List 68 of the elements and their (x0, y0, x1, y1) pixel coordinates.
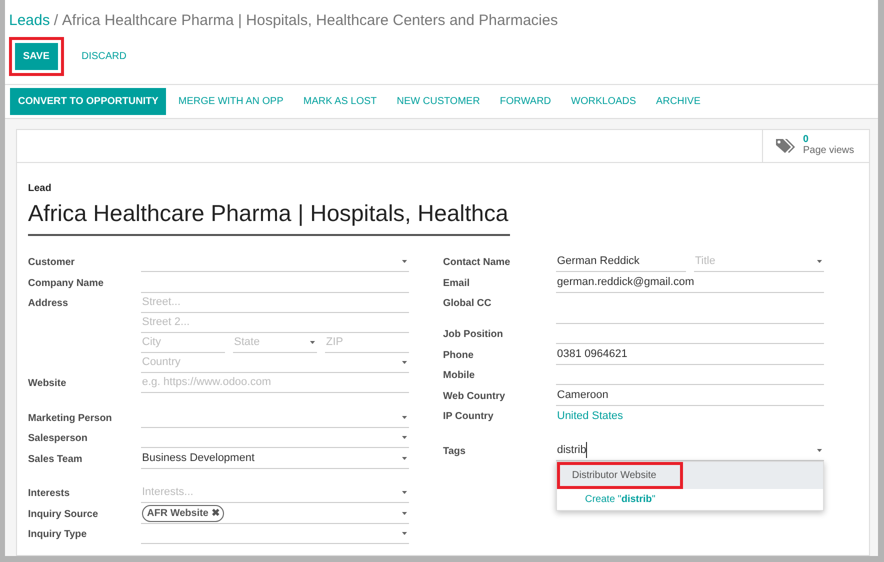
remove-tag-icon[interactable]: ✖ (211, 508, 220, 518)
header-button[interactable]: MARK AS LOST (295, 88, 385, 114)
breadcrumb-title: Africa Healthcare Pharma | Hospitals, Healthcare Centers and Pharmacies (62, 11, 558, 31)
field-label: Phone (443, 348, 475, 362)
caret-icon[interactable] (402, 512, 407, 514)
view-label: Page views (803, 145, 854, 156)
input-field[interactable]: ZIP (325, 333, 409, 353)
field-label: Sales Team (28, 452, 84, 466)
caret-icon[interactable] (402, 491, 407, 494)
lead-name-field[interactable]: Africa Healthcare Pharma | Hospitals, Healthca (28, 196, 510, 236)
input-field[interactable]: Street... (141, 293, 409, 313)
header-button[interactable]: MERGE WITH AN OPP (170, 88, 292, 114)
field-label: Customer (28, 256, 76, 270)
caret-icon[interactable] (402, 260, 407, 263)
breadcrumb-separator: / (54, 11, 58, 31)
discard-button[interactable]: DISCARD (74, 42, 135, 70)
dropdown-field[interactable]: Country (141, 353, 409, 373)
field-label: Web Country (443, 390, 506, 404)
header-button[interactable]: CONVERT TO OPPORTUNITY (10, 88, 166, 114)
caret-icon[interactable] (817, 260, 822, 263)
caret-icon[interactable] (402, 361, 407, 364)
autocomplete-option[interactable]: Distributor Website (557, 462, 823, 488)
highlight-frame: Distributor Website (557, 462, 684, 488)
caret-icon[interactable] (402, 416, 407, 418)
dropdown-field[interactable]: Business Development (141, 448, 409, 468)
input-field[interactable]: Street 2... (141, 313, 409, 333)
field-label: Global CC (443, 297, 492, 311)
dropdown-field[interactable]: State (233, 333, 317, 353)
field-label: Contact Name (443, 256, 512, 270)
field-label: Salesperson (28, 432, 88, 446)
field-label: Email (443, 276, 471, 290)
caret-icon[interactable] (817, 448, 822, 452)
field-label: Marketing Person (28, 412, 113, 426)
header-button[interactable]: FORWARD (492, 88, 560, 114)
field-label: Interests (28, 487, 71, 501)
tags-icon (775, 138, 795, 154)
caret-icon[interactable] (310, 341, 315, 344)
country-link[interactable]: United States (557, 408, 624, 424)
header-button[interactable]: ARCHIVE (648, 88, 708, 114)
breadcrumb-link[interactable]: Leads (9, 10, 50, 32)
field-label: Mobile (443, 369, 476, 383)
input-field[interactable]: german.reddick@gmail.com (556, 272, 824, 292)
tag-chip[interactable]: AFR Website ✖ (142, 504, 224, 522)
autocomplete-option[interactable]: Create "distrib" (557, 488, 823, 510)
field-label: Address (28, 297, 70, 311)
header-button[interactable]: NEW CUSTOMER (388, 88, 488, 114)
caret-icon[interactable] (402, 532, 407, 535)
input-field[interactable]: Cameroon (556, 386, 824, 406)
field-label: Job Position (443, 328, 504, 342)
save-button[interactable]: SAVE (15, 42, 58, 70)
field-label: Company Name (28, 276, 105, 290)
view-count: 0 (803, 135, 810, 145)
field-label: Inquiry Source (28, 508, 100, 522)
input-field[interactable]: German Reddick (556, 252, 686, 272)
dropdown-field[interactable]: Title (694, 252, 824, 272)
field-label: IP Country (443, 410, 494, 424)
dropdown-field[interactable]: Interests... (141, 483, 409, 503)
field-label: Website (28, 377, 68, 391)
lead-label: Lead (28, 182, 52, 196)
input-field[interactable]: 0381 0964621 (556, 344, 824, 364)
input-field[interactable]: e.g. https://www.odoo.com (141, 373, 409, 393)
dropdown-field[interactable]: AFR Website ✖ (141, 504, 409, 524)
caret-icon[interactable] (402, 436, 407, 439)
input-field[interactable]: City (141, 333, 225, 353)
field-label: Tags (443, 444, 467, 458)
header-button[interactable]: WORKLOADS (563, 88, 644, 114)
field-label: Inquiry Type (28, 528, 88, 542)
caret-icon[interactable] (402, 456, 407, 460)
